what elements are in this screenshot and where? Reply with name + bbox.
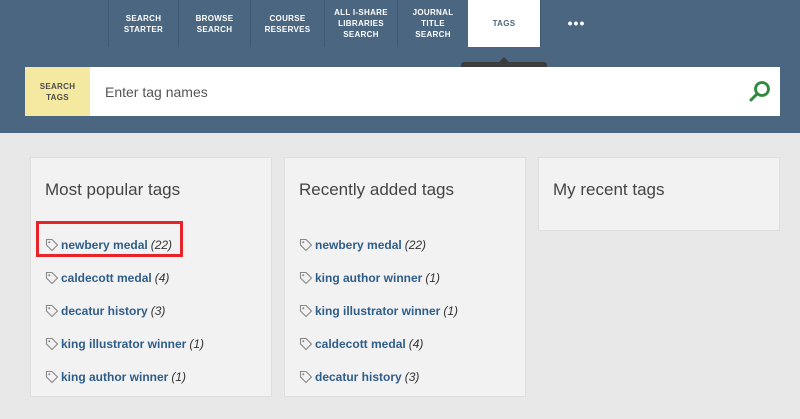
tag-count: (4) [154,270,170,285]
tag-list: newbery medal (22) king author winner (1… [299,228,458,393]
nav-course-reserves[interactable]: COURSE RESERVES [250,0,324,47]
tag-count: (3) [150,303,166,318]
tag-item: king illustrator winner (1) [299,294,458,327]
nav-journal-title-search[interactable]: JOURNAL TITLE SEARCH [397,0,468,47]
nav-all-ishare-search[interactable]: ALL I-SHARE LIBRARIES SEARCH [324,0,397,47]
tag-item: decatur history (3) [45,294,204,327]
tag-link[interactable]: decatur history [315,370,402,384]
tag-count: (1) [425,270,441,285]
tag-item: decatur history (3) [299,360,458,393]
my-recent-tags-panel: My recent tags [538,157,780,231]
tag-link[interactable]: caldecott medal [315,337,406,351]
tag-count: (1) [171,369,187,384]
most-popular-tags-panel: Most popular tags newbery medal (22) cal… [30,157,272,397]
search-icon [749,81,770,102]
nav-more-button[interactable]: ••• [540,0,612,47]
tag-count: (4) [408,336,424,351]
tag-link[interactable]: caldecott medal [61,271,152,285]
tag-icon [299,304,313,317]
tag-icon [299,271,313,284]
tag-search-box: SEARCH TAGS [25,67,780,116]
tag-count: (1) [443,303,459,318]
nav-browse-search[interactable]: BROWSE SEARCH [178,0,250,47]
tag-item: caldecott medal (4) [299,327,458,360]
tag-search-input[interactable] [105,67,725,116]
search-button[interactable] [747,79,773,105]
top-nav: SEARCH STARTER BROWSE SEARCH COURSE RESE… [0,0,800,47]
tag-count: (1) [189,336,205,351]
tag-count: (22) [404,237,427,252]
tag-item: king author winner (1) [299,261,458,294]
panel-title: My recent tags [553,180,665,199]
tag-item: caldecott medal (4) [45,261,204,294]
nav-search-starter[interactable]: SEARCH STARTER [108,0,178,47]
more-icon: ••• [567,15,586,31]
highlight-annotation [36,221,183,257]
tag-item: king illustrator winner (1) [45,327,204,360]
tag-icon [299,238,313,251]
recently-added-tags-panel: Recently added tags newbery medal (22) k… [284,157,526,397]
tag-link[interactable]: newbery medal [315,238,402,252]
tag-icon [299,337,313,350]
tag-link[interactable]: king illustrator winner [315,304,440,318]
tag-icon [45,304,59,317]
tag-icon [299,370,313,383]
tag-icon [45,271,59,284]
tag-link[interactable]: king author winner [61,370,168,384]
panel-title: Most popular tags [45,180,181,199]
tag-link[interactable]: king illustrator winner [61,337,186,351]
tag-count: (3) [404,369,420,384]
search-scope-label: SEARCH TAGS [25,67,90,116]
tag-link[interactable]: decatur history [61,304,148,318]
tag-icon [45,370,59,383]
tag-icon [45,337,59,350]
tag-item: king author winner (1) [45,360,204,393]
panel-title: Recently added tags [299,180,454,199]
tag-item: newbery medal (22) [299,228,458,261]
nav-tags[interactable]: TAGS [468,0,540,47]
tag-link[interactable]: king author winner [315,271,422,285]
